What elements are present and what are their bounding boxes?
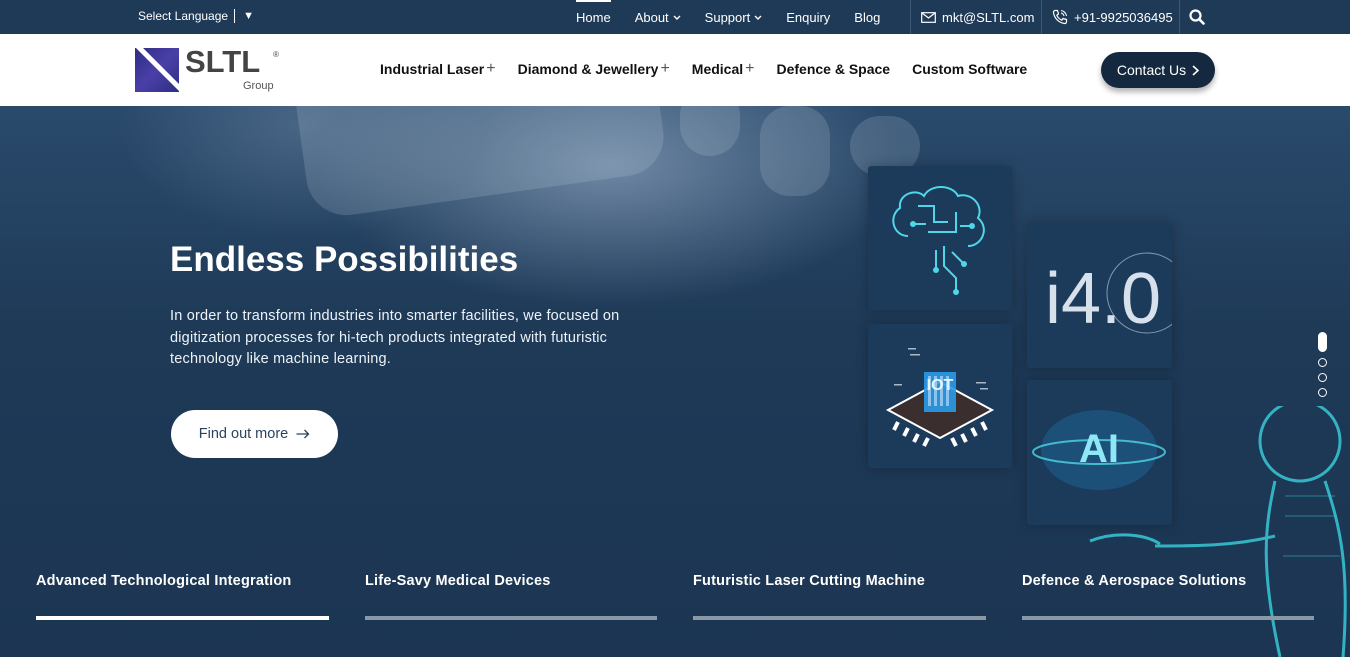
- logo-mark-icon: [135, 48, 179, 92]
- logo-wordmark: SLTL: [185, 44, 261, 79]
- find-out-more-label: Find out more: [198, 426, 289, 442]
- carousel-dot[interactable]: [1318, 373, 1327, 382]
- hero-description: In order to transform industries into sm…: [170, 308, 620, 367]
- carousel-dot[interactable]: [1318, 358, 1327, 367]
- sltl-logo[interactable]: SLTL ® Group: [135, 44, 285, 94]
- nav-label: Industrial Laser: [380, 61, 485, 77]
- tab-progress-bar: [1022, 616, 1314, 620]
- phone-icon: [1052, 9, 1068, 25]
- nav-defence-space[interactable]: Defence & Space: [776, 61, 890, 77]
- tab-progress-bar: [693, 616, 986, 620]
- language-label: Select Language: [138, 9, 229, 23]
- nav-industrial-laser[interactable]: Industrial Laser +: [380, 60, 496, 78]
- phone-text: +91-9925036495: [1074, 9, 1173, 25]
- chevron-down-icon: [673, 15, 681, 20]
- contact-us-label: Contact Us: [1116, 62, 1187, 78]
- divider: [234, 9, 236, 23]
- tab-label: Defence & Aerospace Solutions: [1022, 573, 1247, 589]
- top-nav-label: Blog: [854, 9, 881, 25]
- carousel-dot[interactable]: [1318, 388, 1327, 397]
- iot-label: IOT: [927, 377, 954, 394]
- plus-icon: +: [745, 60, 755, 77]
- email-link[interactable]: mkt@SLTL.com: [910, 0, 1044, 34]
- tab-advanced-technological-integration[interactable]: Advanced Technological Integration: [36, 572, 329, 620]
- tab-label: Futuristic Laser Cutting Machine: [693, 573, 925, 589]
- iot-chip-tile: IOT: [868, 324, 1012, 468]
- nav-diamond-jewellery[interactable]: Diamond & Jewellery +: [517, 60, 670, 78]
- mail-icon: [921, 11, 936, 23]
- i40-tile: i4.0: [1027, 223, 1172, 368]
- main-nav: Industrial Laser + Diamond & Jewellery +…: [380, 60, 1027, 78]
- brain-circuit-tile: [868, 166, 1012, 310]
- search-button[interactable]: [1179, 0, 1213, 34]
- tab-futuristic-laser-cutting-machine[interactable]: Futuristic Laser Cutting Machine: [693, 572, 986, 620]
- plus-icon: +: [660, 60, 670, 77]
- top-nav-label: Home: [576, 9, 611, 25]
- caret-right-icon: [1192, 64, 1200, 76]
- nav-label: Medical: [691, 61, 744, 77]
- tab-life-savy-medical-devices[interactable]: Life-Savy Medical Devices: [365, 572, 657, 620]
- tab-label: Life-Savy Medical Devices: [365, 573, 551, 589]
- tab-defence-aerospace-solutions[interactable]: Defence & Aerospace Solutions: [1022, 572, 1314, 620]
- top-nav-label: Enquiry: [786, 9, 831, 25]
- iot-chip-icon: IOT: [885, 348, 995, 447]
- robot-hand-background: [291, 106, 669, 221]
- chevron-down-icon: [754, 15, 762, 20]
- tab-label: Advanced Technological Integration: [36, 573, 292, 589]
- robot-finger-background: [760, 106, 830, 196]
- carousel-dot[interactable]: [1318, 332, 1327, 352]
- search-icon: [1188, 9, 1205, 25]
- hero-title: Endless Possibilities: [170, 240, 519, 279]
- top-nav-home[interactable]: Home: [564, 0, 623, 34]
- nav-label: Defence & Space: [776, 61, 891, 77]
- top-nav-support[interactable]: Support: [693, 0, 775, 34]
- find-out-more-button[interactable]: Find out more: [171, 410, 338, 458]
- nav-label: Diamond & Jewellery: [517, 61, 659, 77]
- nav-label: Custom Software: [912, 61, 1028, 77]
- feature-tabs: Advanced Technological Integration Life-…: [0, 572, 1350, 632]
- top-nav-label: Support: [704, 9, 751, 25]
- language-selector[interactable]: Select Language ▼: [138, 9, 254, 23]
- nav-custom-software[interactable]: Custom Software: [912, 61, 1027, 77]
- top-nav-enquiry[interactable]: Enquiry: [774, 0, 842, 34]
- tab-progress-bar: [365, 616, 657, 620]
- arrow-right-icon: [296, 429, 310, 439]
- contact-us-button[interactable]: Contact Us: [1101, 52, 1215, 88]
- brain-circuit-icon: [892, 186, 985, 295]
- top-nav-blog[interactable]: Blog: [842, 0, 892, 34]
- carousel-dots: [1318, 332, 1327, 397]
- logo-subtitle: Group: [243, 80, 274, 92]
- logo-registered-mark: ®: [273, 50, 279, 59]
- hero-slider: Endless Possibilities In order to transf…: [0, 106, 1350, 657]
- nav-medical[interactable]: Medical +: [691, 60, 755, 78]
- email-text: mkt@SLTL.com: [942, 9, 1035, 25]
- top-nav-label: About: [634, 9, 669, 25]
- phone-link[interactable]: +91-9925036495: [1041, 0, 1183, 34]
- top-bar: Select Language ▼ Home About Support Enq…: [0, 0, 1350, 34]
- dropdown-caret-icon: ▼: [243, 10, 254, 22]
- i40-icon: i4.0: [1045, 252, 1172, 339]
- tab-progress-bar: [36, 616, 329, 620]
- main-header: SLTL ® Group Industrial Laser + Diamond …: [0, 34, 1350, 106]
- robot-finger-background: [680, 106, 740, 156]
- plus-icon: +: [486, 60, 496, 77]
- i40-label: i4.0: [1045, 259, 1161, 339]
- top-nav-about[interactable]: About: [623, 0, 693, 34]
- top-nav: Home About Support Enquiry Blog: [564, 0, 892, 34]
